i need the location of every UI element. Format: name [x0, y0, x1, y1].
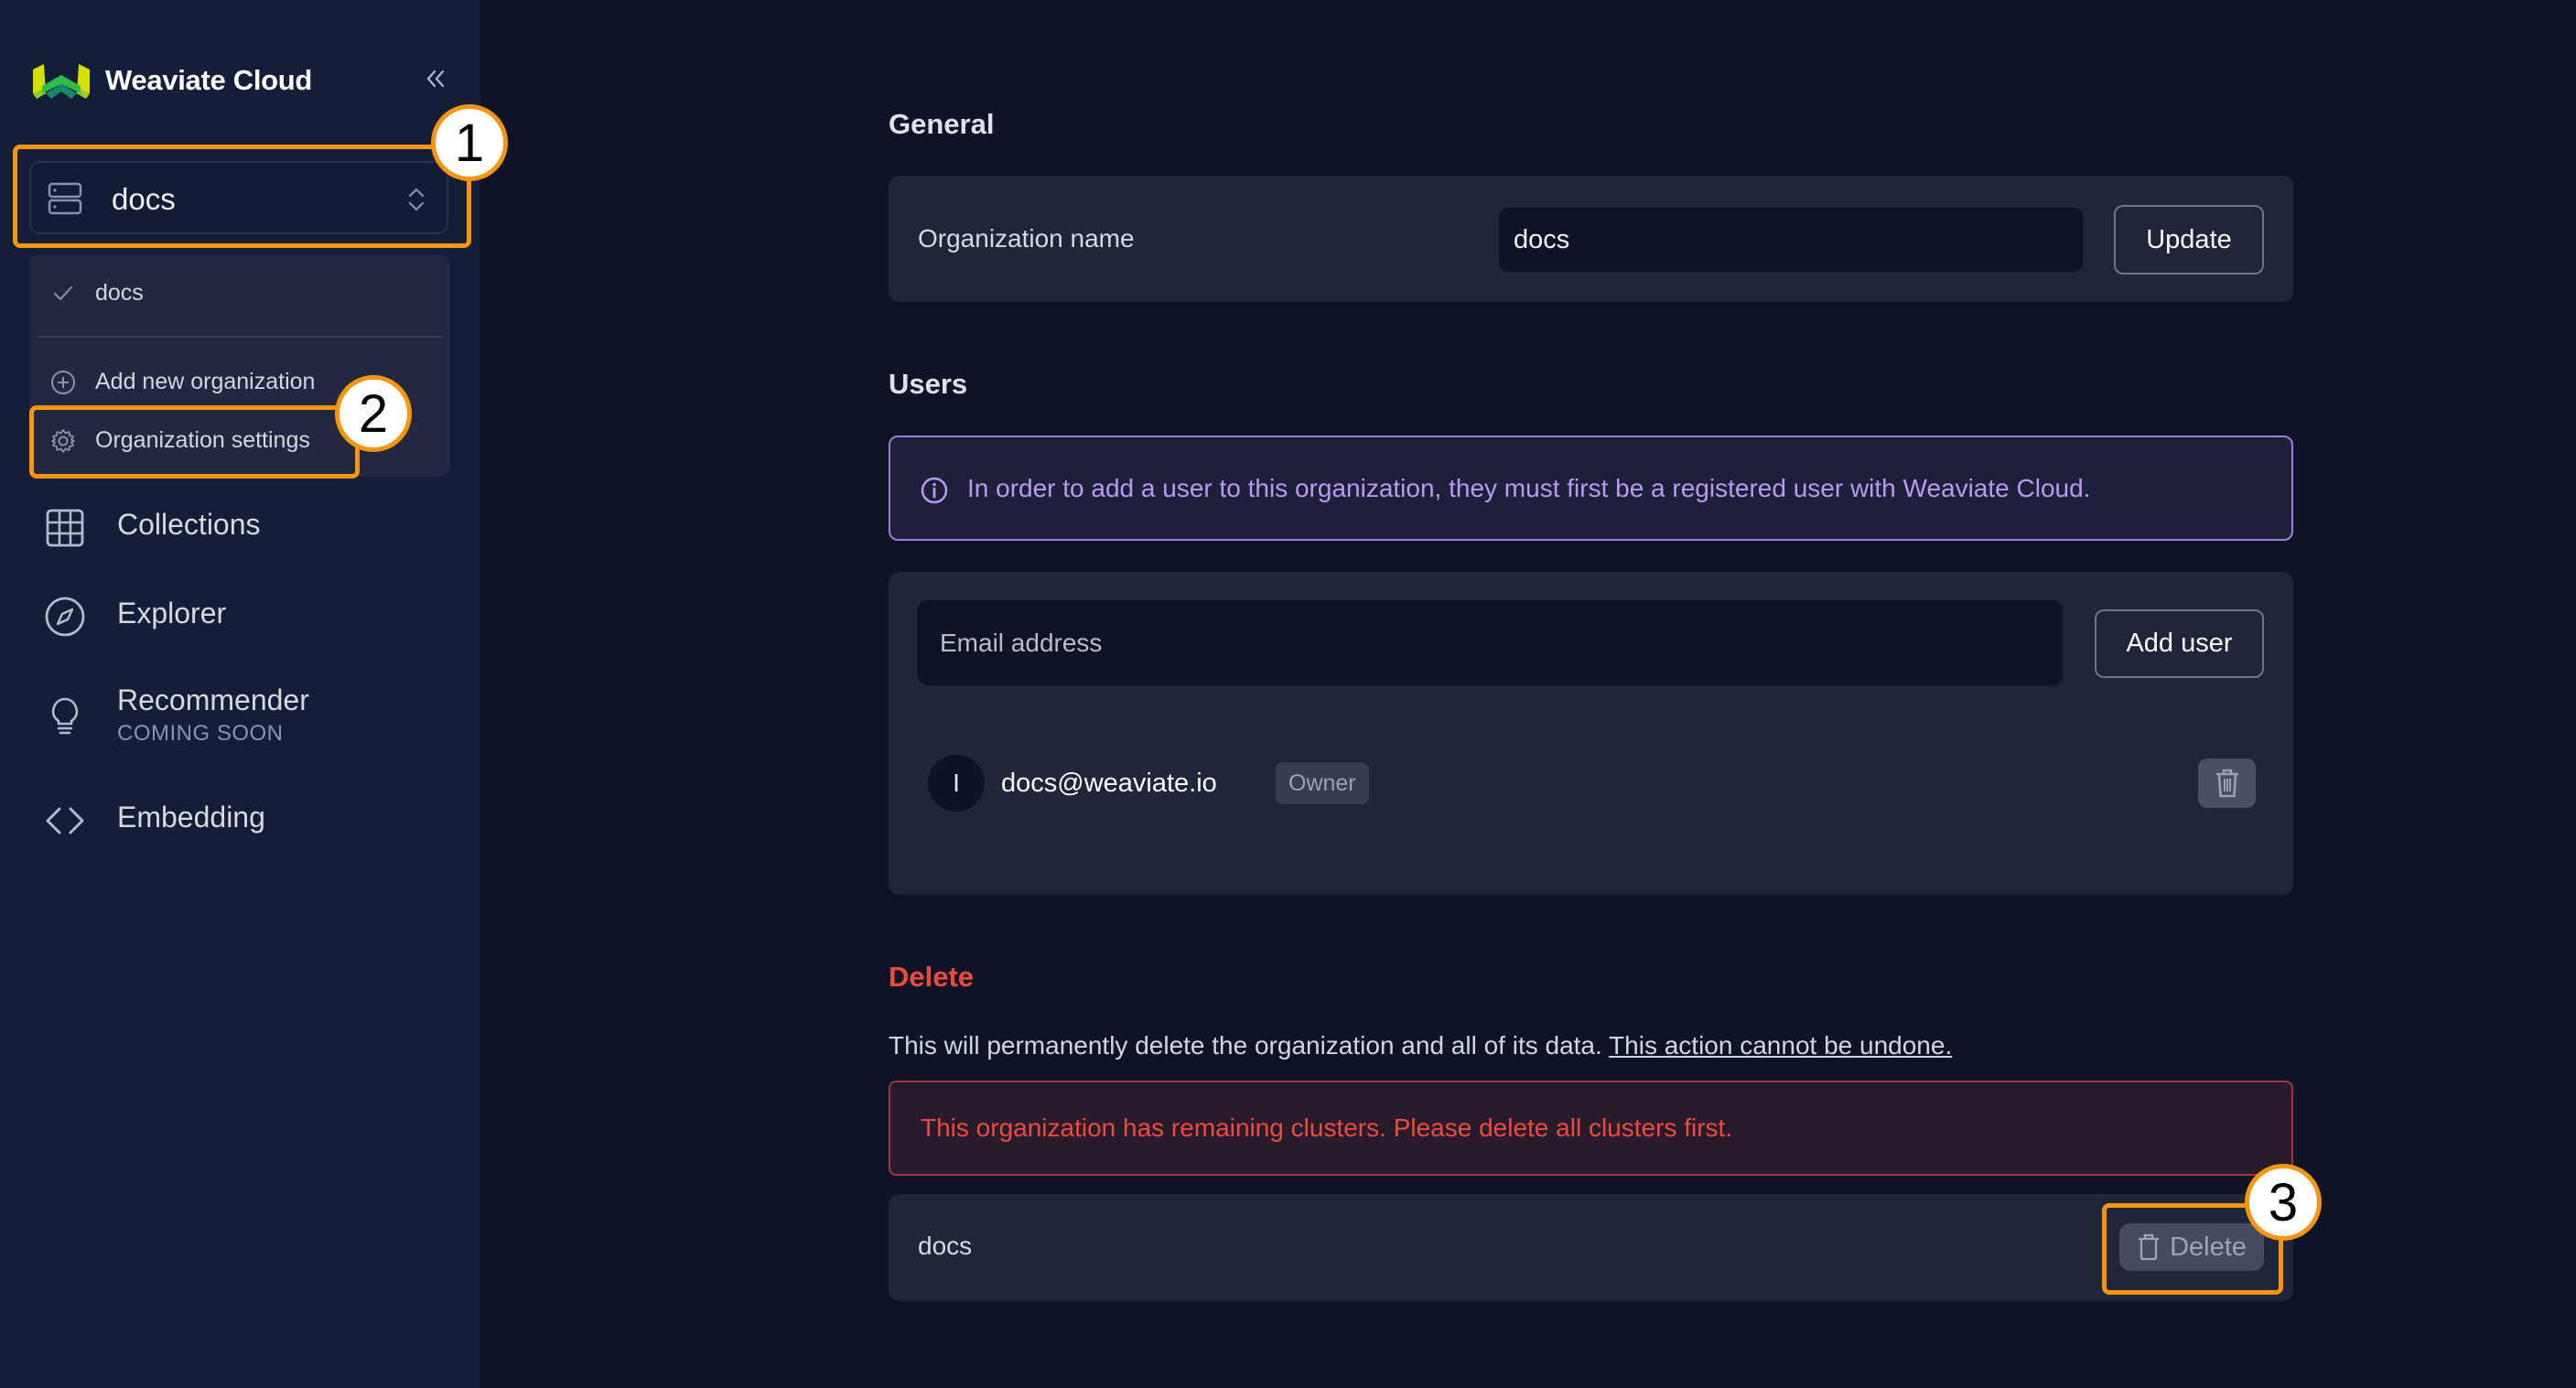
chevrons-left-icon[interactable] — [423, 66, 448, 91]
org-option-docs[interactable]: docs — [29, 267, 450, 318]
sidebar: Weaviate Cloud docs docs Add new organiz… — [0, 0, 480, 1388]
trash-icon — [2215, 769, 2238, 798]
delete-org-row: docs Delete — [889, 1194, 2293, 1301]
delete-button-label: Delete — [2170, 1232, 2247, 1262]
delete-description: This will permanently delete the organiz… — [889, 1030, 1952, 1061]
delete-heading: Delete — [889, 961, 975, 993]
users-card: Add user I docs@weaviate.io Owner — [889, 572, 2293, 895]
irreversible-action-link[interactable]: This action cannot be undone. — [1609, 1031, 1952, 1060]
weaviate-logo-icon — [33, 64, 90, 99]
nav-recommender-label: Recommender — [117, 683, 309, 716]
delete-org-name: docs — [918, 1232, 973, 1260]
general-heading: General — [889, 108, 995, 140]
coming-soon-label: COMING SOON — [117, 721, 284, 746]
remove-user-button[interactable] — [2198, 759, 2256, 808]
nav-explorer-label: Explorer — [117, 597, 227, 629]
plus-circle-icon — [51, 371, 75, 394]
gear-icon — [51, 429, 75, 453]
update-button[interactable]: Update — [2114, 205, 2264, 274]
org-option-label: docs — [95, 280, 144, 306]
annotation-marker-3: 3 — [2245, 1164, 2322, 1241]
user-role-badge: Owner — [1276, 762, 1369, 804]
info-icon — [921, 477, 948, 504]
users-info-alert: In order to add a user to this organizat… — [889, 436, 2293, 541]
nav-embedding-label: Embedding — [117, 801, 265, 834]
nav-embedding[interactable]: Embedding — [0, 785, 480, 849]
user-email: docs@weaviate.io — [1001, 769, 1217, 798]
dropdown-divider — [37, 336, 443, 338]
nav-collections[interactable]: Collections — [0, 492, 480, 556]
add-new-organization-label: Add new organization — [95, 369, 316, 394]
delete-error-alert: This organization has remaining clusters… — [889, 1081, 2293, 1176]
check-icon — [54, 286, 72, 301]
nav-recommender[interactable]: Recommender COMING SOON — [0, 668, 480, 759]
annotation-marker-2: 2 — [335, 375, 412, 452]
email-address-input[interactable] — [917, 599, 2064, 686]
server-icon — [48, 182, 82, 215]
user-row: I docs@weaviate.io Owner — [928, 755, 2264, 813]
code-brackets-icon — [46, 807, 84, 834]
general-card: Organization name Update — [889, 176, 2293, 302]
users-info-text: In order to add a user to this organizat… — [967, 474, 2091, 502]
nav-collections-label: Collections — [117, 508, 261, 541]
brand-name: Weaviate Cloud — [105, 64, 313, 96]
delete-description-text: This will permanently delete the organiz… — [889, 1031, 1602, 1060]
table-icon — [46, 509, 84, 547]
users-heading: Users — [889, 368, 968, 400]
compass-icon — [45, 597, 85, 637]
organization-name-label: Organization name — [918, 224, 1135, 253]
add-user-button[interactable]: Add user — [2095, 609, 2264, 678]
trash-icon — [2139, 1233, 2160, 1261]
user-avatar: I — [928, 755, 985, 812]
lightbulb-icon — [51, 697, 79, 735]
selected-organization: docs — [112, 182, 176, 216]
organization-name-input[interactable] — [1498, 207, 2084, 273]
chevron-up-down-icon — [408, 188, 425, 211]
organization-selector[interactable]: docs — [29, 161, 448, 234]
nav-explorer[interactable]: Explorer — [0, 581, 480, 645]
delete-error-text: This organization has remaining clusters… — [921, 1114, 1733, 1142]
delete-organization-button[interactable]: Delete — [2119, 1223, 2264, 1271]
annotation-marker-1: 1 — [431, 104, 508, 181]
organization-settings-label: Organization settings — [95, 427, 310, 453]
